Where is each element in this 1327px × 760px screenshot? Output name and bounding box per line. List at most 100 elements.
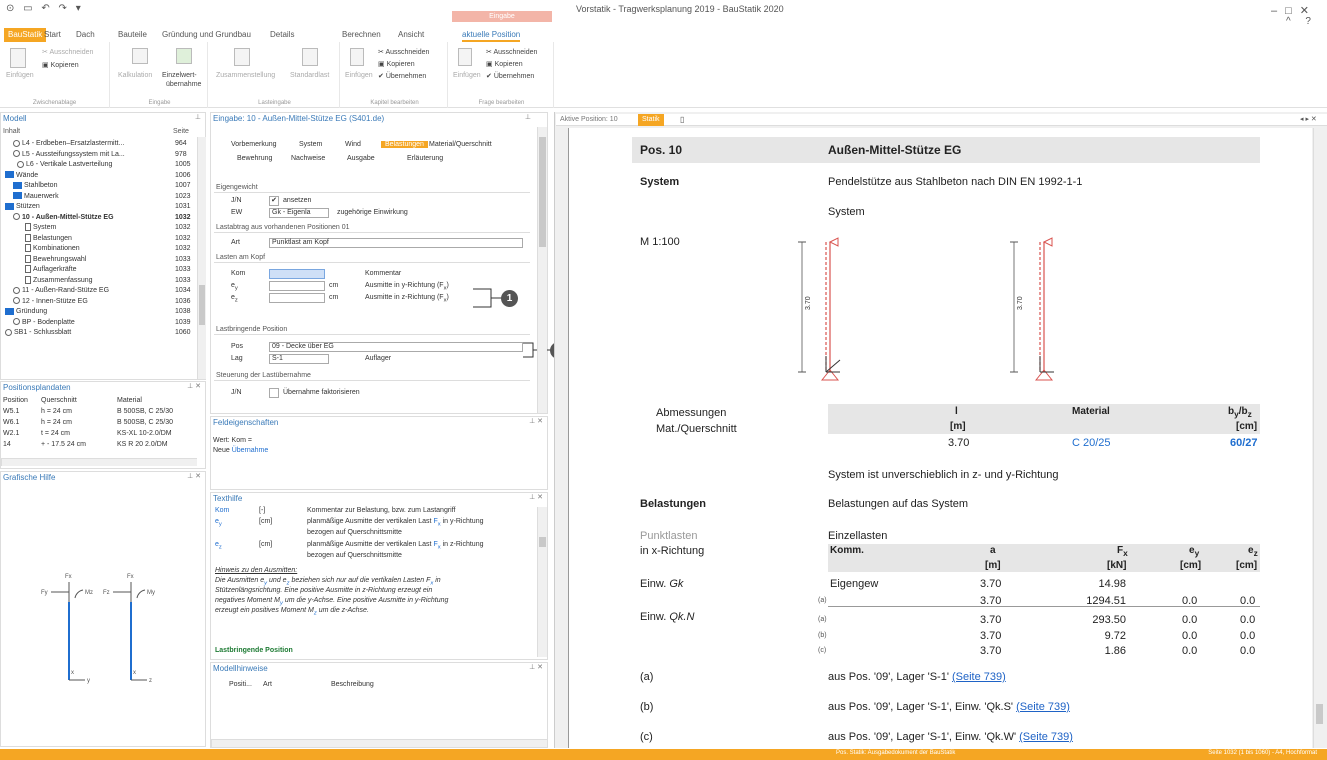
seite-link[interactable]: (Seite 739) <box>1019 731 1073 743</box>
frage-copy-button[interactable]: ▣ Kopieren <box>486 60 523 68</box>
tab-details[interactable]: Details <box>270 28 294 42</box>
tree-item[interactable]: System <box>25 223 171 233</box>
ey-input[interactable] <box>269 281 325 291</box>
tab-statik[interactable]: Statik <box>638 114 664 126</box>
paste-icon[interactable] <box>350 48 364 66</box>
download-icon[interactable] <box>302 48 318 66</box>
h-scrollbar[interactable] <box>1 458 197 466</box>
pin-close-icon[interactable]: ⊥ ✕ <box>529 493 543 501</box>
pin-close-icon[interactable]: ⊥ ✕ <box>529 417 543 425</box>
tree-item[interactable]: 10 - Außen-Mittel-Stütze EG <box>13 213 171 223</box>
tab-scroll-icon[interactable]: ◂ ▸ ✕ <box>1300 114 1317 126</box>
uebernahme-checkbox[interactable] <box>269 388 279 398</box>
tree-item[interactable]: Gründung <box>5 307 171 317</box>
tree-item[interactable]: Bewehrungswahl <box>25 254 171 265</box>
scrollbar[interactable] <box>537 507 547 657</box>
section-lastabtrag[interactable]: Lastabtrag aus vorhandenen Positionen 01 <box>214 223 530 233</box>
paste-icon[interactable] <box>458 48 472 66</box>
tree-item[interactable]: Stahlbeton <box>13 181 171 191</box>
lag-select[interactable]: S-1 <box>269 354 329 364</box>
pin-close-icon[interactable]: ⊥ ✕ <box>187 382 201 390</box>
copy-button[interactable]: ▣ Kopieren <box>42 61 79 69</box>
tree-item[interactable]: Kombinationen <box>25 244 171 254</box>
tree-item[interactable]: Zusammenfassung <box>25 275 171 286</box>
tab-gruendung[interactable]: Gründung und Grundbau <box>162 28 251 42</box>
tab-wind[interactable]: Wind <box>345 141 361 148</box>
column-header[interactable]: Art <box>263 681 272 688</box>
tab-erluterung[interactable]: Erläuterung <box>407 155 443 162</box>
pos-select[interactable]: 09 - Decke über EG <box>269 342 523 352</box>
tab-ausgabe[interactable]: Ausgabe <box>347 155 375 162</box>
pin-icon[interactable]: ⊥ <box>195 113 201 121</box>
tab-bewehrung[interactable]: Bewehrung <box>237 155 272 162</box>
zusammenstellung-button[interactable]: Zusammenstellung <box>216 72 275 79</box>
scrollbar-thumb[interactable] <box>539 537 546 547</box>
new-doc-icon[interactable]: ▯ <box>680 114 684 126</box>
frage-cut-button[interactable]: ✂ Ausschneiden <box>486 48 537 56</box>
summary-icon[interactable] <box>234 48 250 66</box>
ez-input[interactable] <box>269 293 325 303</box>
tree-item[interactable]: BP - Bodenplatte <box>13 318 171 328</box>
tree-item[interactable]: Mauerwerk <box>13 192 171 202</box>
report-scrollbar[interactable] <box>1313 128 1325 748</box>
tree-item[interactable]: L6 - Vertikale Lastverteilung <box>17 160 171 170</box>
tab-system[interactable]: System <box>299 141 322 148</box>
kalkulation-button[interactable]: Kalkulation <box>118 72 152 79</box>
cut-button[interactable]: ✂ Ausschneiden <box>42 48 93 56</box>
seite-link[interactable]: (Seite 739) <box>1016 701 1070 713</box>
tree-item[interactable]: Belastungen <box>25 233 171 244</box>
art-select[interactable]: Punktlast am Kopf <box>269 238 523 248</box>
seite-link[interactable]: (Seite 739) <box>952 671 1006 683</box>
column-header[interactable]: Beschreibung <box>331 681 374 688</box>
tree-item[interactable]: 12 - Innen-Stütze EG <box>13 297 171 307</box>
tab-ansicht[interactable]: Ansicht <box>398 28 424 42</box>
tree-item[interactable]: 11 - Außen-Rand-Stütze EG <box>13 286 171 296</box>
section-eigengewicht[interactable]: Eigengewicht <box>214 183 530 193</box>
tab-berechnen[interactable]: Berechnen <box>342 28 381 42</box>
scrollbar-thumb[interactable] <box>199 285 205 325</box>
tab-dach[interactable]: Dach <box>76 28 95 42</box>
tree-item[interactable]: Auflagerkräfte <box>25 265 171 275</box>
tree-item[interactable]: L5 - Aussteifungssystem mit La... <box>13 150 171 160</box>
h-scrollbar[interactable] <box>211 739 547 747</box>
paste-button[interactable]: Einfügen <box>6 72 34 79</box>
tree-item[interactable]: Stützen <box>5 202 171 212</box>
column-header[interactable]: Positi... <box>229 681 252 688</box>
frage-take-button[interactable]: ✔ Übernehmen <box>486 72 534 80</box>
tab-bauteile[interactable]: Bauteile <box>118 28 147 42</box>
scrollbar-thumb[interactable] <box>1316 704 1323 724</box>
tab-vorbemerkung[interactable]: Vorbemerkung <box>231 141 277 148</box>
help-icon[interactable]: ^ ? <box>1286 16 1317 27</box>
quick-access-toolbar[interactable]: ⊙ ▭ ↶ ↷ ▾ <box>6 3 84 14</box>
pin-icon[interactable]: ⊥ <box>525 113 531 121</box>
tab-start[interactable]: Start <box>44 28 61 42</box>
tree-item[interactable]: SB1 - Schlussblatt <box>5 328 171 338</box>
kapitel-paste-button[interactable]: Einfügen <box>345 72 373 79</box>
calculator-icon[interactable] <box>132 48 148 64</box>
ew-select[interactable]: Gk - Eigenla <box>269 208 329 218</box>
value-transfer-icon[interactable] <box>176 48 192 64</box>
tab-aktive-position[interactable]: Aktive Position: 10 <box>560 114 618 126</box>
standardlast-button[interactable]: Standardlast <box>290 72 329 79</box>
einzelwert-button[interactable]: Einzelwert- <box>162 72 197 79</box>
tab-nachweise[interactable]: Nachweise <box>291 155 325 162</box>
ansetzen-checkbox[interactable]: ✔ <box>269 196 279 206</box>
scrollbar[interactable] <box>537 127 547 413</box>
frage-paste-button[interactable]: Einfügen <box>453 72 481 79</box>
paste-icon[interactable] <box>10 48 26 68</box>
tab-aktuelle-position[interactable]: aktuelle Position <box>462 28 521 42</box>
tab-belastungen[interactable]: Belastungen <box>381 141 428 148</box>
kapitel-copy-button[interactable]: ▣ Kopieren <box>378 60 415 68</box>
tree-item[interactable]: L4 - Erdbeben–Ersatzlastermitt... <box>13 139 171 149</box>
tab-materialquerschnitt[interactable]: Material/Querschnitt <box>429 141 492 148</box>
tree-item[interactable]: Wände <box>5 171 171 181</box>
kapitel-cut-button[interactable]: ✂ Ausschneiden <box>378 48 429 56</box>
pin-close-icon[interactable]: ⊥ ✕ <box>187 472 201 480</box>
kom-input[interactable] <box>269 269 325 279</box>
kapitel-take-button[interactable]: ✔ Übernehmen <box>378 72 426 80</box>
scrollbar[interactable] <box>197 137 206 379</box>
pin-close-icon[interactable]: ⊥ ✕ <box>529 663 543 671</box>
uebernahme-link[interactable]: Übernahme <box>232 447 269 454</box>
scrollbar-thumb[interactable] <box>539 137 546 247</box>
tab-baustatik[interactable]: BauStatik <box>4 28 47 42</box>
